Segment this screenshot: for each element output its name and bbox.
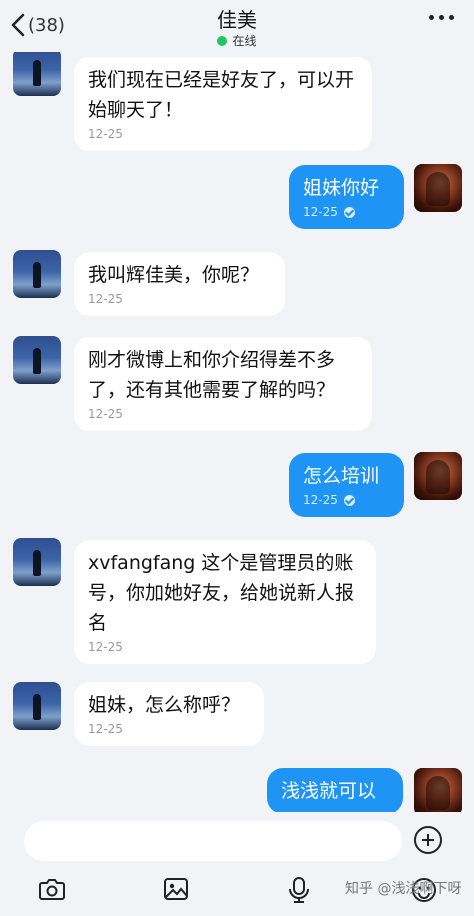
- message-time: 12-25: [88, 127, 123, 141]
- my-avatar[interactable]: [414, 452, 462, 500]
- voice-button[interactable]: [287, 876, 311, 908]
- add-attachment-button[interactable]: [414, 826, 442, 854]
- watermark: 知乎 @浅浅啊下呀: [345, 881, 462, 897]
- message-time: 12-25: [88, 292, 123, 306]
- microphone-icon: [289, 877, 309, 903]
- online-status: 在线: [0, 32, 474, 49]
- message-time: 12-25: [88, 722, 123, 736]
- message-bubble[interactable]: 我叫辉佳美，你呢？ 12-25: [74, 252, 285, 316]
- camera-icon: [39, 879, 65, 900]
- read-check-icon: [343, 206, 355, 218]
- message-bubble[interactable]: 姐妹，怎么称呼？ 12-25: [74, 682, 264, 746]
- my-avatar[interactable]: [414, 164, 462, 212]
- message-text: 姐妹，怎么称呼？: [88, 694, 241, 716]
- contact-avatar[interactable]: [13, 538, 61, 586]
- message-time: 12-25: [88, 640, 123, 654]
- contact-avatar[interactable]: [13, 52, 61, 96]
- message-text: 刚才微博上和你介绍得差不多了，还有其他需要了解的吗？: [88, 349, 336, 401]
- dot-icon: [439, 15, 444, 20]
- contact-name: 佳美: [217, 8, 257, 32]
- contact-avatar[interactable]: [13, 682, 61, 730]
- contact-avatar[interactable]: [13, 336, 61, 384]
- message-text: 浅浅就可以: [281, 780, 377, 802]
- message-time: 12-25: [303, 203, 390, 221]
- message-bubble[interactable]: 怎么培训 12-25: [289, 453, 404, 517]
- camera-button[interactable]: [38, 876, 66, 906]
- message-time: 12-25: [88, 407, 123, 421]
- message-bubble[interactable]: 我们现在已经是好友了，可以开始聊天了！ 12-25: [74, 57, 372, 151]
- input-bar: 知乎 @浅浅啊下呀: [0, 812, 474, 916]
- online-dot-icon: [217, 35, 228, 46]
- message-list[interactable]: 我们现在已经是好友了，可以开始聊天了！ 12-25 姐妹你好 12-25 我叫辉…: [0, 52, 474, 812]
- message-time: 12-25: [303, 491, 390, 509]
- chat-header: (38) 佳美 在线: [0, 0, 474, 52]
- time-text: 12-25: [303, 205, 338, 219]
- status-label: 在线: [232, 34, 257, 48]
- message-text: 我们现在已经是好友了，可以开始聊天了！: [88, 69, 355, 121]
- dot-icon: [429, 15, 434, 20]
- message-text: 怎么培训: [303, 465, 380, 487]
- message-text: 姐妹你好: [303, 177, 380, 199]
- dot-icon: [449, 15, 454, 20]
- message-text: 我叫辉佳美，你呢？: [88, 264, 260, 286]
- message-text: xvfangfang 这个是管理员的账号，你加她好友，给她说新人报名: [88, 552, 355, 634]
- time-text: 12-25: [303, 493, 338, 507]
- more-options-button[interactable]: [429, 15, 454, 20]
- message-input[interactable]: [24, 821, 402, 861]
- my-avatar[interactable]: [414, 768, 462, 812]
- message-bubble[interactable]: 姐妹你好 12-25: [289, 165, 404, 229]
- read-check-icon: [343, 494, 355, 506]
- message-bubble[interactable]: 浅浅就可以: [267, 768, 403, 812]
- image-button[interactable]: [162, 876, 190, 906]
- contact-avatar[interactable]: [13, 250, 61, 298]
- message-bubble[interactable]: 刚才微博上和你介绍得差不多了，还有其他需要了解的吗？ 12-25: [74, 337, 372, 431]
- image-icon: [164, 878, 188, 900]
- message-bubble[interactable]: xvfangfang 这个是管理员的账号，你加她好友，给她说新人报名 12-25: [74, 540, 376, 664]
